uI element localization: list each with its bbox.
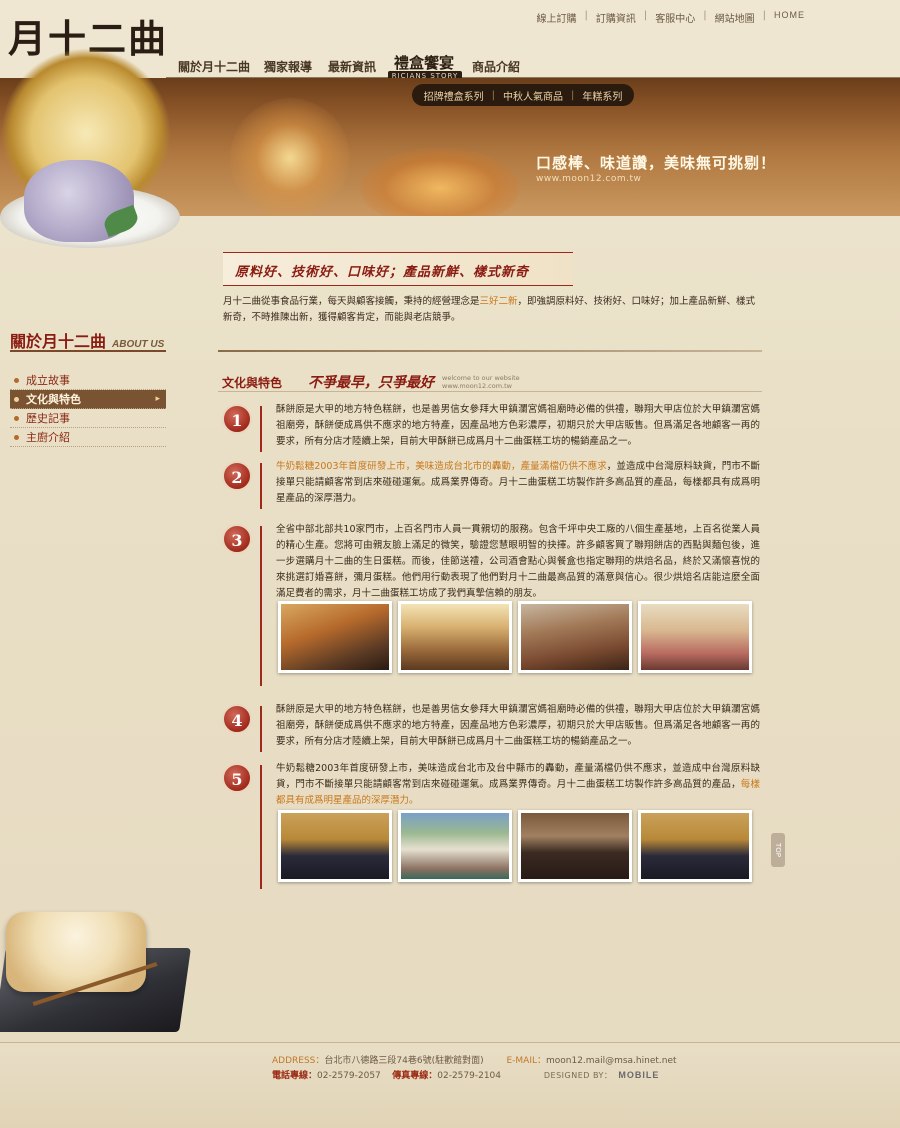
sidebar-menu: 成立故事 文化與特色 ▸ 歷史記事 主廚介紹: [10, 371, 166, 447]
feature-text: 牛奶鬆糖2003年首度研發上市，美味造成台北市的轟動，產量滿檔仍供不應求，並造成…: [276, 459, 760, 507]
store-crowd-photo[interactable]: [518, 601, 632, 673]
subnav-nian-gao[interactable]: 年糕系列: [582, 88, 622, 103]
bullet-icon: [14, 397, 19, 402]
item-accent-line: [260, 706, 262, 752]
intro-text: 月十二曲從事食品行業，每天與顧客接觸，秉持的經營理念是: [223, 296, 480, 307]
divider: [218, 350, 762, 352]
intro-paragraph: 月十二曲從事食品行業，每天與顧客接觸，秉持的經營理念是三好二新，即強調原料好、技…: [223, 294, 761, 326]
sidebar-title: 關於月十二曲 ABOUT US: [10, 328, 164, 352]
toplink-home[interactable]: HOME: [774, 10, 805, 20]
toplink-order-info[interactable]: 訂購資訊: [596, 10, 636, 25]
bread-image: [6, 912, 146, 992]
nav-news[interactable]: 最新資訊: [328, 58, 376, 75]
number-badge: 2: [222, 461, 252, 491]
nav-exclusive-report[interactable]: 獨家報導: [264, 58, 312, 75]
section-en-line: www.moon12.com.tw: [442, 382, 512, 390]
number-badge: 3: [222, 524, 252, 554]
intro-highlight: 三好二新: [479, 296, 518, 307]
toplink-online-order[interactable]: 線上訂購: [537, 10, 577, 25]
store-crowd-photo[interactable]: [278, 601, 392, 673]
divider: |: [762, 10, 766, 21]
number-badge: 4: [222, 704, 252, 734]
banner-glow: [230, 98, 350, 216]
banner-glow: [360, 148, 520, 216]
banner-slogan: 口感棒、味道讚，美味無可挑剔！: [536, 154, 777, 172]
storefront-photo[interactable]: [398, 810, 512, 882]
footer-contact-row: 電話專線：02-2579-2057 傳真專線：02-2579-2104 DESI…: [272, 1068, 659, 1081]
toplink-service-center[interactable]: 客服中心: [655, 10, 695, 25]
sidebar-title-en: ABOUT US: [112, 339, 165, 350]
award-photo[interactable]: [638, 810, 752, 882]
sidebar-divider: [10, 350, 166, 352]
sidebar-item-label: 歷史記事: [26, 412, 70, 425]
phone-label: 電話專線：: [272, 1071, 318, 1081]
footer-address-row: ADDRESS：台北市八德路三段74巷6號(駐歡館對面) E-MAIL：moon…: [272, 1053, 677, 1066]
chevron-right-icon: ▸: [155, 394, 160, 404]
nav-about[interactable]: 關於月十二曲: [178, 58, 250, 75]
item-accent-line: [260, 526, 262, 686]
designer-logo[interactable]: MOBILE: [618, 1070, 659, 1080]
feature-text: 牛奶鬆糖2003年首度研發上市，美味造成台北市及台中縣市的轟動，產量滿檔仍供不應…: [276, 761, 760, 809]
group-photo[interactable]: [518, 810, 632, 882]
photo-strip: [278, 601, 752, 673]
subnav-signature-gift[interactable]: 招牌禮盒系列: [424, 88, 484, 103]
award-photo[interactable]: [278, 810, 392, 882]
bullet-icon: [14, 378, 19, 383]
feature-text: 全省中部北部共10家門市，上百名門市人員一貫親切的服務。包含千坪中央工廠的八個生…: [276, 524, 760, 599]
page: 月十二曲 線上訂購 | 訂購資訊 | 客服中心 | 網站地圖 | HOME 關於…: [0, 0, 900, 1128]
address-value: 台北市八德路三段74巷6號(駐歡館對面): [324, 1056, 484, 1066]
sidebar-item-label: 主廚介紹: [26, 431, 70, 444]
feature-text-body: 牛奶鬆糖2003年首度研發上市，美味造成台北市及台中縣市的轟動，產量滿檔仍供不應…: [276, 763, 760, 790]
section-title: 文化與特色: [222, 376, 283, 390]
feature-text: 酥餅原是大甲的地方特色糕餅，也是善男信女參拜大甲鎮瀾宮媽祖廟時必備的供禮，聯翔大…: [276, 404, 760, 447]
back-to-top-button[interactable]: TOP: [771, 833, 785, 867]
sidebar-item-label: 文化與特色: [26, 393, 81, 406]
sidebar-item-history[interactable]: 歷史記事: [10, 409, 166, 428]
store-interior-photo[interactable]: [398, 601, 512, 673]
subnav-mid-autumn[interactable]: 中秋人氣商品: [503, 88, 563, 103]
section-en-line: welcome to our website: [442, 374, 520, 382]
number-badge: 5: [222, 763, 252, 793]
feature-text: 酥餅原是大甲的地方特色糕餅，也是善男信女參拜大甲鎮瀾宮媽祖廟時必備的供禮，聯翔大…: [276, 704, 760, 747]
divider: |: [643, 10, 648, 21]
sidebar-item-label: 成立故事: [26, 374, 70, 387]
headline-banner: 原料好、技術好、口味好；產品新鮮、樣式新奇: [223, 252, 573, 286]
sidebar-item-chef[interactable]: 主廚介紹: [10, 428, 166, 447]
number-badge: 1: [222, 404, 252, 434]
fax-label: 傳真專線：: [392, 1071, 438, 1081]
divider: |: [703, 10, 707, 21]
section-en-caption: welcome to our website www.moon12.com.tw: [442, 374, 520, 390]
sidebar-item-culture[interactable]: 文化與特色 ▸: [10, 390, 166, 409]
nav-products[interactable]: 商品介紹: [472, 58, 520, 75]
bullet-icon: [14, 435, 19, 440]
footer: ADDRESS：台北市八德路三段74巷6號(駐歡館對面) E-MAIL：moon…: [0, 1042, 900, 1128]
item-accent-line: [260, 463, 262, 509]
sidebar-title-text: 關於月十二曲: [10, 332, 107, 351]
divider: |: [571, 89, 575, 101]
divider: [218, 391, 762, 392]
address-label: ADDRESS：: [272, 1056, 325, 1066]
fax-value: 02-2579-2104: [437, 1071, 502, 1081]
sidebar-item-founding-story[interactable]: 成立故事: [10, 371, 166, 390]
banner-url: www.moon12.com.tw: [536, 174, 642, 184]
designed-by-label: DESIGNED BY：: [543, 1071, 613, 1080]
top-links: 線上訂購 | 訂購資訊 | 客服中心 | 網站地圖 | HOME: [537, 10, 805, 25]
email-link[interactable]: moon12.mail@msa.hinet.net: [546, 1056, 677, 1066]
item-accent-line: [260, 406, 262, 452]
feature-text-highlight: 牛奶鬆糖2003年首度研發上市，美味造成台北市的轟動，產量滿檔仍供不應求: [276, 461, 607, 472]
item-accent-line: [260, 765, 262, 889]
email-label: E-MAIL：: [506, 1056, 546, 1066]
toplink-sitemap[interactable]: 網站地圖: [715, 10, 755, 25]
photo-strip: [278, 810, 752, 882]
divider: |: [491, 89, 495, 101]
store-visitors-photo[interactable]: [638, 601, 752, 673]
section-motto: 不爭最早，只爭最好: [308, 375, 434, 391]
phone-value: 02-2579-2057: [317, 1071, 381, 1081]
divider: |: [584, 10, 588, 21]
headline-text: 原料好、技術好、口味好；產品新鮮、樣式新奇: [235, 265, 530, 280]
sub-nav: 招牌禮盒系列 | 中秋人氣商品 | 年糕系列: [412, 84, 634, 106]
main-nav: 關於月十二曲 獨家報導 最新資訊 禮盒饗宴 RICIANS STORY 商品介紹: [166, 48, 900, 82]
nav-gift-box[interactable]: 禮盒饗宴: [394, 52, 454, 73]
bullet-icon: [14, 416, 19, 421]
